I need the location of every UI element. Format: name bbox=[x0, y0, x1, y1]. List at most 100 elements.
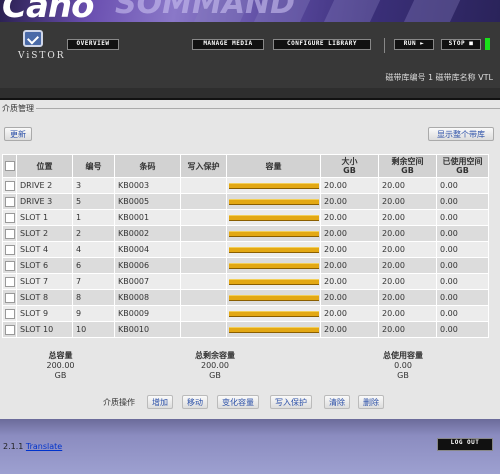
capacity-bar-fill bbox=[229, 311, 319, 316]
capacity-bar-fill bbox=[229, 295, 319, 300]
cell-position: SLOT 8 bbox=[16, 289, 73, 306]
nav-overview-button[interactable]: OVERVIEW bbox=[67, 39, 119, 50]
cell-size: 20.00 bbox=[320, 225, 379, 242]
select-all-checkbox[interactable] bbox=[4, 161, 15, 171]
write-protect-button[interactable]: 写入保护 bbox=[270, 395, 312, 409]
nav-manage-media-button[interactable]: MANAGE MEDIA bbox=[192, 39, 264, 50]
run-button[interactable]: RUN ► bbox=[394, 39, 434, 50]
col-barcode: 条码 bbox=[114, 154, 181, 178]
col-capacity: 容量 bbox=[226, 154, 321, 178]
col-position: 位置 bbox=[16, 154, 73, 178]
row-checkbox[interactable] bbox=[4, 324, 15, 335]
cell-write-protect bbox=[180, 241, 227, 258]
cell-position: SLOT 9 bbox=[16, 305, 73, 322]
cell-number: 8 bbox=[72, 289, 115, 306]
cell-barcode: KB0008 bbox=[114, 289, 181, 306]
refresh-button[interactable]: 更新 bbox=[4, 127, 32, 141]
cell-size: 20.00 bbox=[320, 257, 379, 274]
cell-used: 0.00 bbox=[436, 257, 489, 274]
select-all-header bbox=[2, 154, 17, 178]
version-info: 2.1.1 Translate bbox=[3, 442, 62, 451]
table-row[interactable]: SLOT 8 8 KB0008 20.00 20.00 0.00 bbox=[2, 289, 489, 306]
cell-size: 20.00 bbox=[320, 289, 379, 306]
table-row[interactable]: SLOT 6 6 KB0006 20.00 20.00 0.00 bbox=[2, 257, 489, 274]
move-button[interactable]: 移动 bbox=[182, 395, 208, 409]
cell-barcode: KB0005 bbox=[114, 193, 181, 210]
capacity-bar bbox=[229, 198, 319, 205]
table-row[interactable]: SLOT 4 4 KB0004 20.00 20.00 0.00 bbox=[2, 241, 489, 258]
capacity-bar bbox=[229, 326, 319, 333]
cell-size: 20.00 bbox=[320, 209, 379, 226]
version-number: 2.1.1 bbox=[3, 442, 24, 451]
cell-barcode: KB0004 bbox=[114, 241, 181, 258]
operations-label: 介质操作 bbox=[103, 398, 135, 407]
row-checkbox[interactable] bbox=[4, 308, 15, 319]
table-row[interactable]: DRIVE 3 5 KB0005 20.00 20.00 0.00 bbox=[2, 193, 489, 210]
col-used: 已使用空间 GB bbox=[436, 154, 489, 178]
table-row[interactable]: SLOT 1 1 KB0001 20.00 20.00 0.00 bbox=[2, 209, 489, 226]
cell-write-protect bbox=[180, 257, 227, 274]
col-free: 剩余空间 GB bbox=[378, 154, 437, 178]
translate-link[interactable]: Translate bbox=[26, 442, 62, 451]
capacity-bar-fill bbox=[229, 199, 319, 204]
table-row[interactable]: SLOT 7 7 KB0007 20.00 20.00 0.00 bbox=[2, 273, 489, 290]
cell-number: 10 bbox=[72, 321, 115, 338]
cell-position: SLOT 1 bbox=[16, 209, 73, 226]
cell-free: 20.00 bbox=[378, 241, 437, 258]
cell-number: 9 bbox=[72, 305, 115, 322]
row-checkbox-cell bbox=[2, 305, 17, 322]
cell-position: SLOT 2 bbox=[16, 225, 73, 242]
capacity-bar bbox=[229, 262, 319, 269]
add-button[interactable]: 增加 bbox=[147, 395, 173, 409]
total-capacity: 总容量 200.00 GB bbox=[33, 351, 88, 381]
cell-write-protect bbox=[180, 321, 227, 338]
total-used-unit: GB bbox=[397, 371, 409, 380]
cell-free: 20.00 bbox=[378, 321, 437, 338]
table-row[interactable]: SLOT 2 2 KB0002 20.00 20.00 0.00 bbox=[2, 225, 489, 242]
nav-configure-library-button[interactable]: CONFIGURE LIBRARY bbox=[273, 39, 371, 50]
row-checkbox[interactable] bbox=[4, 228, 15, 239]
stop-button[interactable]: STOP ■ bbox=[441, 39, 481, 50]
cell-capacity bbox=[226, 209, 321, 226]
col-write-protect: 写入保护 bbox=[180, 154, 227, 178]
cell-barcode: KB0003 bbox=[114, 177, 181, 194]
brand-name: ViSTOR bbox=[18, 51, 66, 61]
logout-button[interactable]: LOG OUT bbox=[437, 438, 493, 451]
row-checkbox[interactable] bbox=[4, 212, 15, 223]
cell-write-protect bbox=[180, 225, 227, 242]
cell-free: 20.00 bbox=[378, 257, 437, 274]
cell-write-protect bbox=[180, 193, 227, 210]
row-checkbox[interactable] bbox=[4, 180, 15, 191]
row-checkbox[interactable] bbox=[4, 244, 15, 255]
cell-barcode: KB0002 bbox=[114, 225, 181, 242]
change-capacity-button[interactable]: 变化容量 bbox=[217, 395, 259, 409]
total-capacity-unit: GB bbox=[54, 371, 67, 380]
cell-position: DRIVE 2 bbox=[16, 177, 73, 194]
row-checkbox[interactable] bbox=[4, 292, 15, 303]
cell-number: 3 bbox=[72, 177, 115, 194]
show-entire-library-button[interactable]: 显示整个带库 bbox=[428, 127, 494, 141]
cell-barcode: KB0009 bbox=[114, 305, 181, 322]
capacity-bar bbox=[229, 214, 319, 221]
clear-button[interactable]: 清除 bbox=[324, 395, 350, 409]
row-checkbox[interactable] bbox=[4, 276, 15, 287]
cell-barcode: KB0001 bbox=[114, 209, 181, 226]
capacity-bar bbox=[229, 230, 319, 237]
table-row[interactable]: DRIVE 2 3 KB0003 20.00 20.00 0.00 bbox=[2, 177, 489, 194]
table-row[interactable]: SLOT 10 10 KB0010 20.00 20.00 0.00 bbox=[2, 321, 489, 338]
row-checkbox[interactable] bbox=[4, 196, 15, 207]
table-row[interactable]: SLOT 9 9 KB0009 20.00 20.00 0.00 bbox=[2, 305, 489, 322]
row-checkbox[interactable] bbox=[4, 260, 15, 271]
cell-used: 0.00 bbox=[436, 241, 489, 258]
delete-button[interactable]: 删除 bbox=[358, 395, 384, 409]
capacity-bar bbox=[229, 182, 319, 189]
library-info: 磁带库编号 1 磁带库名称 VTL bbox=[385, 73, 493, 82]
banner-logo-text: Caho bbox=[2, 0, 94, 22]
cell-barcode: KB0007 bbox=[114, 273, 181, 290]
cell-size: 20.00 bbox=[320, 273, 379, 290]
cell-write-protect bbox=[180, 209, 227, 226]
cell-number: 5 bbox=[72, 193, 115, 210]
cell-number: 2 bbox=[72, 225, 115, 242]
capacity-bar bbox=[229, 310, 319, 317]
cell-used: 0.00 bbox=[436, 321, 489, 338]
